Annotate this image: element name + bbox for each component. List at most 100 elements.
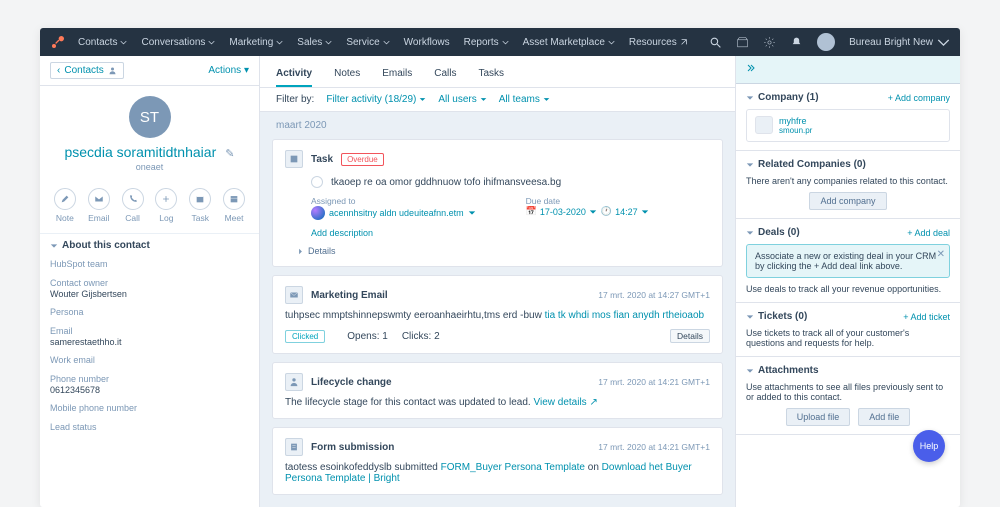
deals-tip: Associate a new or existing deal in your… xyxy=(746,244,950,278)
attachments-body: Use attachments to see all files previou… xyxy=(746,382,950,402)
company-domain: smoun.pr xyxy=(779,126,812,135)
upload-file-button[interactable]: Upload file xyxy=(786,408,851,426)
account-switcher[interactable]: Bureau Bright New xyxy=(849,36,950,49)
field-lead-status-label: Lead status xyxy=(50,422,249,432)
nav-marketing[interactable]: Marketing xyxy=(229,37,283,48)
company-card[interactable]: myhfre smoun.pr xyxy=(746,109,950,142)
task-details-toggle[interactable]: Details xyxy=(297,246,710,256)
filter-label: Filter by: xyxy=(276,94,314,105)
tickets-header[interactable]: Tickets (0) xyxy=(746,311,807,322)
field-phone-label: Phone number xyxy=(50,374,249,384)
form-icon xyxy=(285,438,303,456)
email-card: Marketing Email 17 mrt. 2020 at 14:27 GM… xyxy=(272,275,723,354)
clicked-badge: Clicked xyxy=(285,330,325,343)
task-complete-toggle[interactable] xyxy=(311,176,323,188)
call-button[interactable]: Call xyxy=(122,188,144,223)
hubspot-logo-icon xyxy=(50,34,66,50)
email-timestamp: 17 mrt. 2020 at 14:27 GMT+1 xyxy=(598,290,710,300)
month-header: maart 2020 xyxy=(260,112,735,135)
add-deal-link[interactable]: + Add deal xyxy=(907,228,950,238)
search-icon[interactable] xyxy=(709,36,722,49)
due-date-label: Due date xyxy=(526,196,649,206)
nav-conversations[interactable]: Conversations xyxy=(141,37,215,48)
task-type-label: Task xyxy=(311,154,333,165)
field-hubspot-team-label: HubSpot team xyxy=(50,259,249,269)
help-button[interactable]: Help xyxy=(913,430,945,462)
task-icon xyxy=(285,150,303,168)
lifecycle-view-details-link[interactable]: View details ↗ xyxy=(533,397,597,408)
field-contact-owner-label: Contact owner xyxy=(50,278,249,288)
about-section-header[interactable]: About this contact xyxy=(40,233,259,257)
lifecycle-icon xyxy=(285,373,303,391)
form-name-link[interactable]: FORM_Buyer Persona Template xyxy=(441,462,585,473)
field-contact-owner-value[interactable]: Wouter Gijsbertsen xyxy=(50,289,249,299)
email-subject-link[interactable]: tia tk whdi mos fian anydh rtheioaob xyxy=(545,310,705,321)
user-avatar[interactable] xyxy=(817,33,835,51)
contact-avatar: ST xyxy=(129,96,171,138)
tab-notes[interactable]: Notes xyxy=(334,62,360,87)
due-time-picker[interactable]: 🕐 14:27 xyxy=(601,206,649,217)
email-button[interactable]: Email xyxy=(88,188,110,223)
nav-menu: Contacts Conversations Marketing Sales S… xyxy=(78,37,688,48)
add-company-link[interactable]: + Add company xyxy=(888,93,950,103)
email-details-button[interactable]: Details xyxy=(670,329,710,343)
attachments-header[interactable]: Attachments xyxy=(746,365,819,376)
field-email-label: Email xyxy=(50,326,249,336)
field-mobile-label: Mobile phone number xyxy=(50,403,249,413)
filter-activity[interactable]: Filter activity (18/29) xyxy=(326,94,426,105)
contact-action-row: Note Email Call Log Task Meet xyxy=(40,182,259,233)
related-companies-body: There aren't any companies related to th… xyxy=(746,176,950,186)
assignee-dropdown[interactable]: acennhsitny aldn udeuiteafnn.etm xyxy=(311,206,476,220)
add-description-link[interactable]: Add description xyxy=(311,228,710,238)
contact-subtitle: oneaet xyxy=(50,162,249,172)
nav-workflows[interactable]: Workflows xyxy=(404,37,450,48)
task-card: Task Overdue tkaoep re oa omor gddhnuow … xyxy=(272,139,723,267)
company-name: myhfre xyxy=(779,116,812,126)
tickets-body: Use tickets to track all of your custome… xyxy=(746,328,950,348)
settings-icon[interactable] xyxy=(763,36,776,49)
activity-tabs: Activity Notes Emails Calls Tasks xyxy=(260,56,735,88)
dismiss-tip-icon[interactable]: ✕ xyxy=(937,249,945,260)
related-companies-header[interactable]: Related Companies (0) xyxy=(746,159,866,170)
note-button[interactable]: Note xyxy=(54,188,76,223)
nav-contacts[interactable]: Contacts xyxy=(78,37,127,48)
field-phone-value[interactable]: 0612345678 xyxy=(50,385,249,395)
nav-reports[interactable]: Reports xyxy=(464,37,509,48)
log-button[interactable]: Log xyxy=(155,188,177,223)
back-to-contacts[interactable]: ‹ Contacts xyxy=(50,62,124,79)
tab-activity[interactable]: Activity xyxy=(276,62,312,87)
meet-button[interactable]: Meet xyxy=(223,188,245,223)
assignee-avatar xyxy=(311,206,325,220)
deals-header[interactable]: Deals (0) xyxy=(746,227,800,238)
collapse-sidebar-button[interactable] xyxy=(736,56,960,84)
due-date-picker[interactable]: 📅 17-03-2020 xyxy=(526,206,597,217)
task-title: tkaoep re oa omor gddhnuow tofo ihifmans… xyxy=(331,177,561,188)
top-nav: Contacts Conversations Marketing Sales S… xyxy=(40,28,960,56)
lifecycle-type-label: Lifecycle change xyxy=(311,377,392,388)
email-icon xyxy=(285,286,303,304)
nav-sales[interactable]: Sales xyxy=(297,37,332,48)
marketplace-icon[interactable] xyxy=(736,36,749,49)
company-logo xyxy=(755,116,773,134)
nav-asset-marketplace[interactable]: Asset Marketplace xyxy=(523,37,615,48)
filter-users[interactable]: All users xyxy=(438,94,486,105)
tab-emails[interactable]: Emails xyxy=(382,62,412,87)
notifications-icon[interactable] xyxy=(790,36,803,49)
task-button[interactable]: Task xyxy=(189,188,211,223)
company-section-header[interactable]: Company (1) xyxy=(746,92,819,103)
lifecycle-card: Lifecycle change 17 mrt. 2020 at 14:21 G… xyxy=(272,362,723,419)
add-ticket-link[interactable]: + Add ticket xyxy=(903,312,950,322)
left-panel: ‹ Contacts Actions ▾ ST psecdia soramiti… xyxy=(40,56,260,507)
add-file-button[interactable]: Add file xyxy=(858,408,910,426)
filter-teams[interactable]: All teams xyxy=(499,94,550,105)
nav-service[interactable]: Service xyxy=(346,37,389,48)
field-email-value[interactable]: samerestaethho.it xyxy=(50,337,249,347)
add-related-company-button[interactable]: Add company xyxy=(809,192,886,210)
assigned-to-label: Assigned to xyxy=(311,196,476,206)
lifecycle-timestamp: 17 mrt. 2020 at 14:21 GMT+1 xyxy=(598,377,710,387)
actions-dropdown[interactable]: Actions ▾ xyxy=(208,65,249,76)
tab-tasks[interactable]: Tasks xyxy=(479,62,505,87)
tab-calls[interactable]: Calls xyxy=(434,62,456,87)
nav-resources[interactable]: Resources xyxy=(629,37,688,48)
edit-name-icon[interactable]: ✎ xyxy=(225,148,234,160)
